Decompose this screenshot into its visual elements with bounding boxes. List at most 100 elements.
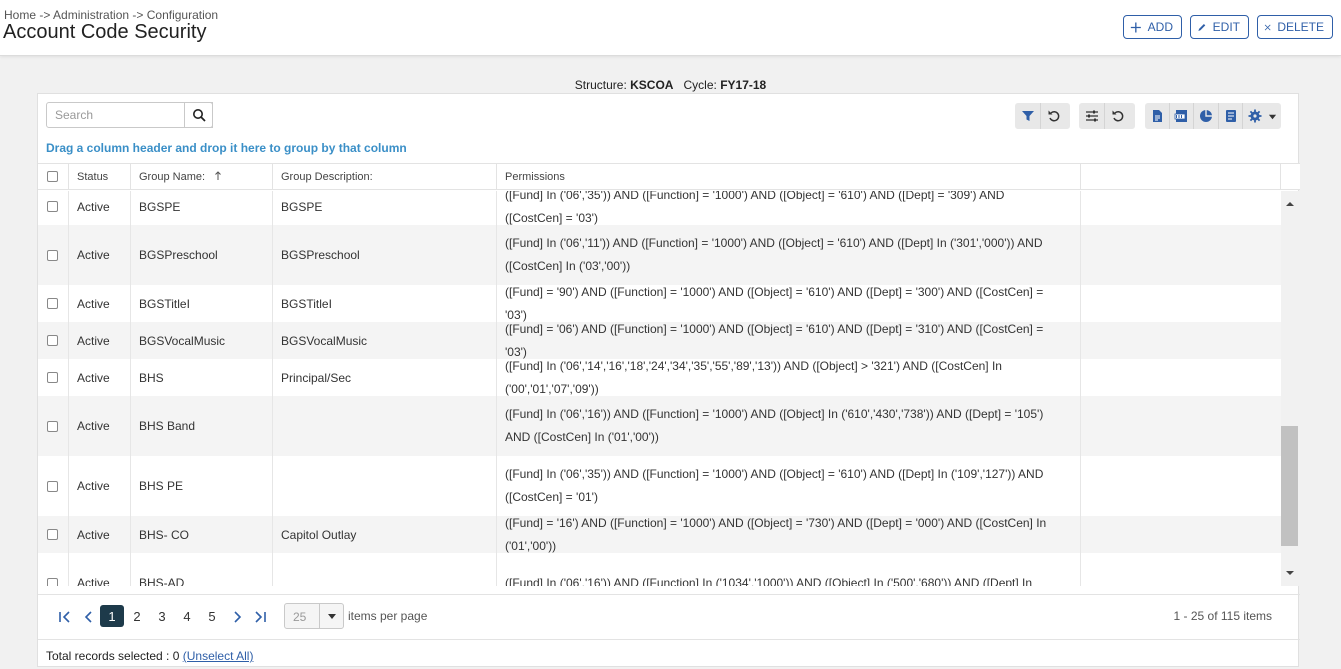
group-by-hint: Drag a column header and drop it here to… bbox=[46, 141, 407, 155]
status-cell-text: Active bbox=[77, 479, 110, 493]
spacer-cell bbox=[1080, 285, 1281, 322]
select-all-checkbox[interactable] bbox=[47, 171, 58, 182]
status-cell-text: Active bbox=[77, 296, 110, 311]
search-button[interactable] bbox=[184, 102, 213, 128]
group-name-cell-text: BHS-AD bbox=[139, 576, 185, 586]
group-description-cell-text: BGSPreschool bbox=[281, 248, 360, 262]
scroll-down-icon[interactable] bbox=[1281, 564, 1299, 582]
group-description-cell: Principal/Sec bbox=[272, 359, 496, 396]
scroll-up-icon[interactable] bbox=[1281, 195, 1299, 213]
group-name-cell: BHS-AD bbox=[130, 553, 272, 586]
breadcrumb[interactable]: Home -> Administration -> Configuration bbox=[4, 8, 218, 22]
close-icon bbox=[1264, 24, 1271, 30]
list-icon bbox=[1225, 110, 1236, 122]
permissions-cell: ([Fund] In ('06','16')) AND ([Function] … bbox=[496, 553, 1080, 586]
add-button[interactable]: ADD bbox=[1123, 15, 1182, 39]
table-row[interactable]: Active BGSTitleI BGSTitleI ([Fund] = '90') … bbox=[38, 285, 1281, 322]
column-header-group-name[interactable]: Group Name: bbox=[130, 164, 272, 190]
export-document-button[interactable] bbox=[1145, 103, 1170, 129]
row-checkbox[interactable] bbox=[47, 577, 58, 586]
column-header-spacer bbox=[1080, 164, 1280, 190]
group-name-cell-text: BGSPE bbox=[139, 199, 181, 214]
spacer-cell bbox=[1080, 553, 1281, 586]
table-row[interactable]: Active BHS Principal/Sec ([Fund] In ('06','… bbox=[38, 359, 1281, 396]
previous-page-button[interactable] bbox=[80, 608, 98, 626]
table-row[interactable]: Active BHS PE ([Fund] In ('06','35')) AND … bbox=[38, 456, 1281, 516]
group-name-cell-text: BHS PE bbox=[139, 479, 184, 493]
page-5-button[interactable]: 5 bbox=[200, 605, 224, 627]
filter-button[interactable] bbox=[1015, 103, 1041, 129]
row-checkbox[interactable] bbox=[47, 372, 58, 383]
group-name-cell: BGSVocalMusic bbox=[130, 322, 272, 359]
first-page-button[interactable] bbox=[56, 608, 74, 626]
page-2-button[interactable]: 2 bbox=[125, 605, 149, 627]
status-cell: Active bbox=[68, 285, 130, 322]
pie-chart-icon bbox=[1199, 110, 1212, 122]
vertical-scrollbar[interactable] bbox=[1281, 191, 1299, 586]
reset-columns-button[interactable] bbox=[1105, 103, 1131, 129]
group-description-cell: BGSPreschool bbox=[272, 225, 496, 285]
table-row[interactable]: Active BHS Band ([Fund] In ('06','16')) AN… bbox=[38, 396, 1281, 456]
caret-down-icon bbox=[327, 614, 336, 619]
next-page-button[interactable] bbox=[228, 608, 246, 626]
column-settings-button[interactable] bbox=[1079, 103, 1105, 129]
chart-button[interactable] bbox=[1194, 103, 1219, 129]
row-select-cell bbox=[38, 285, 68, 322]
edit-button[interactable]: EDIT bbox=[1190, 15, 1249, 39]
group-name-cell-text: BGSPreschool bbox=[139, 248, 218, 262]
row-select-cell bbox=[38, 396, 68, 456]
last-page-icon bbox=[255, 611, 266, 623]
table-row[interactable]: Active BHS- CO Capitol Outlay ([Fund] = '16… bbox=[38, 516, 1281, 553]
page-size-select[interactable]: 25 bbox=[284, 603, 344, 629]
table-row[interactable]: Active BGSPE BGSPE ([Fund] In ('06','35')) … bbox=[38, 191, 1281, 225]
status-cell: Active bbox=[68, 396, 130, 456]
permissions-cell-text: ([Fund] In ('06','14','16','18','24','34… bbox=[505, 358, 1002, 396]
page-size-dropdown-button[interactable] bbox=[319, 604, 343, 628]
settings-dropdown[interactable] bbox=[1243, 103, 1281, 129]
cycle-label: Cycle: bbox=[683, 78, 717, 92]
document-icon bbox=[1152, 110, 1162, 122]
unselect-all-link[interactable]: (Unselect All) bbox=[183, 649, 254, 663]
items-per-page-label: items per page bbox=[348, 609, 428, 623]
status-cell: Active bbox=[68, 191, 130, 225]
row-checkbox[interactable] bbox=[47, 298, 58, 309]
row-select-cell bbox=[38, 553, 68, 586]
group-name-cell: BHS Band bbox=[130, 396, 272, 456]
group-name-cell-text: BGSTitleI bbox=[139, 296, 190, 311]
row-checkbox[interactable] bbox=[47, 335, 58, 346]
report-button[interactable] bbox=[1219, 103, 1244, 129]
filter-icon bbox=[1021, 111, 1034, 121]
group-description-cell-text: BGSVocalMusic bbox=[281, 333, 368, 348]
table-row[interactable]: Active BGSPreschool BGSPreschool ([Fund] In… bbox=[38, 225, 1281, 285]
column-header-status[interactable]: Status bbox=[68, 164, 130, 190]
status-cell-text: Active bbox=[77, 576, 110, 586]
permissions-cell: ([Fund] = '16') AND ([Function] = '1000'… bbox=[496, 516, 1080, 553]
row-checkbox[interactable] bbox=[47, 480, 58, 492]
scrollbar-thumb[interactable] bbox=[1281, 426, 1298, 546]
page-4-button[interactable]: 4 bbox=[175, 605, 199, 627]
delete-button[interactable]: DELETE bbox=[1257, 15, 1333, 39]
page-1-button[interactable]: 1 bbox=[100, 605, 124, 627]
status-cell-text: Active bbox=[77, 333, 110, 348]
row-checkbox[interactable] bbox=[47, 420, 58, 432]
last-page-button[interactable] bbox=[251, 608, 269, 626]
table-row[interactable]: Active BHS-AD ([Fund] In ('06','16')) AND … bbox=[38, 553, 1281, 586]
export-pdf-button[interactable] bbox=[1170, 103, 1195, 129]
group-description-cell bbox=[272, 456, 496, 516]
row-checkbox[interactable] bbox=[47, 529, 58, 540]
search-icon bbox=[192, 109, 206, 122]
row-checkbox[interactable] bbox=[47, 249, 58, 261]
group-name-cell-text: BHS Band bbox=[139, 419, 196, 433]
column-header-group-description[interactable]: Group Description: bbox=[272, 164, 496, 190]
page-3-button[interactable]: 3 bbox=[150, 605, 174, 627]
group-description-cell: BGSPE bbox=[272, 191, 496, 225]
spacer-cell bbox=[1080, 456, 1281, 516]
undo-icon bbox=[1112, 110, 1124, 122]
table-row[interactable]: Active BGSVocalMusic BGSVocalMusic ([Fund] … bbox=[38, 322, 1281, 359]
group-description-cell-text: Capitol Outlay bbox=[281, 527, 357, 542]
column-header-permissions[interactable]: Permissions bbox=[496, 164, 1080, 190]
reset-filter-button[interactable] bbox=[1041, 103, 1067, 129]
row-checkbox[interactable] bbox=[47, 201, 58, 212]
group-description-cell: BGSVocalMusic bbox=[272, 322, 496, 359]
spacer-cell bbox=[1080, 225, 1281, 285]
